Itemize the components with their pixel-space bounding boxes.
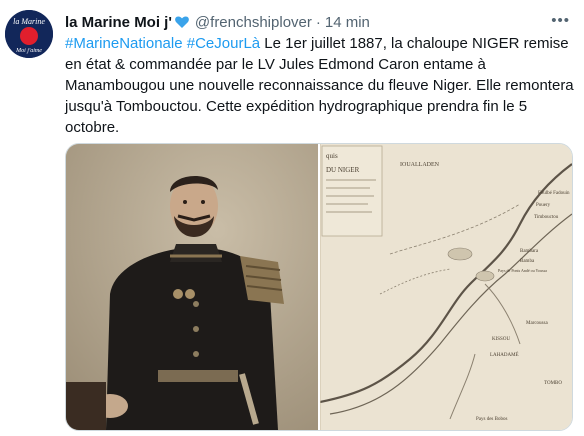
map-label-bambara: Bambara (520, 249, 539, 254)
niger-map[interactable]: quis DU NIGER IOUALLADEN Foulbé Fadouin … (320, 144, 572, 430)
blue-heart-icon (174, 14, 190, 30)
avatar-image: la Marine Moi j'aime (5, 10, 53, 58)
niger-river-map-image: quis DU NIGER IOUALLADEN Foulbé Fadouin … (320, 144, 572, 430)
hashtag-marinenationale[interactable]: #MarineNationale (65, 35, 183, 52)
tweet-media: quis DU NIGER IOUALLADEN Foulbé Fadouin … (65, 143, 573, 431)
map-title-1: quis (326, 152, 338, 160)
map-label-powry: Pouery (536, 203, 551, 208)
map-label-bamba: Bamba (520, 259, 535, 264)
tweet[interactable]: la Marine Moi j'aime la Marine Moi j' @f… (0, 0, 584, 436)
map-label-marcouss: Marcoussa (526, 321, 548, 326)
map-label-tombo: TOMBO (544, 381, 562, 386)
map-label-plateau: Pays de Ponts Andé ou Youssa (498, 268, 547, 273)
avatar[interactable]: la Marine Moi j'aime (5, 10, 53, 58)
separator-dot: · (315, 13, 321, 31)
map-title-2: DU NIGER (326, 166, 360, 174)
map-label-fadouin: Foulbé Fadouin (538, 191, 570, 196)
map-label-tim: Timbouctou (534, 215, 559, 220)
display-name[interactable]: la Marine Moi j' (65, 14, 172, 31)
avatar-text-bottom: Moi j'aime (15, 48, 42, 54)
map-label-oualladen: IOUALLADEN (400, 162, 440, 168)
user-handle[interactable]: @frenchshiplover (195, 14, 312, 31)
map-label-lahadame: LAHADAMÉ (490, 352, 519, 358)
tweet-text: #MarineNationale #CeJourLà Le 1er juille… (65, 33, 577, 138)
timestamp[interactable]: 14 min (325, 14, 370, 31)
avatar-text-top: la Marine (13, 17, 45, 26)
tweet-header: la Marine Moi j' @frenchshiplover · 14 m… (65, 11, 370, 33)
map-label-bobos: Pays des Bobos (476, 417, 507, 422)
portrait-photo[interactable] (66, 144, 318, 430)
hashtag-cejourla[interactable]: #CeJourLà (187, 35, 260, 52)
portrait-officer-image (66, 144, 318, 430)
more-horizontal-icon[interactable]: ••• (551, 12, 570, 29)
map-label-kissou: KISSOU (492, 337, 510, 342)
